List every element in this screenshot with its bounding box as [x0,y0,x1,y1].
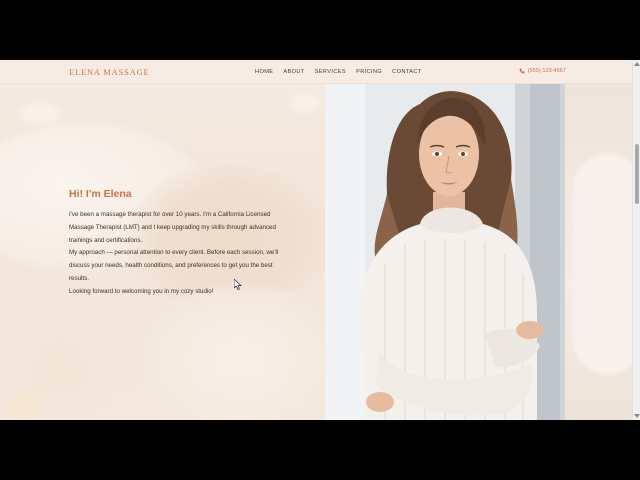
scrollbar-thumb[interactable] [635,144,639,204]
intro-line: Looking forward to welcoming you in my c… [69,287,214,295]
about-intro: Hi! I'm Elena I've been a massage therap… [69,188,309,299]
site-header: ELENA MASSAGE HOME ABOUT SERVICES PRICIN… [0,60,632,84]
site-logo[interactable]: ELENA MASSAGE [69,67,150,77]
mouse-cursor-icon [234,279,242,290]
page-scrollbar[interactable] [632,60,640,420]
intro-line: results. [69,274,89,282]
nav-pricing[interactable]: PRICING [356,69,382,75]
main-nav: HOME ABOUT SERVICES PRICING CONTACT [255,69,422,75]
intro-line: discuss your needs, health conditions, a… [69,262,273,270]
browser-viewport: ELENA MASSAGE HOME ABOUT SERVICES PRICIN… [0,60,640,420]
phone-number: (555) 123-4567 [527,68,566,74]
intro-line: I've been a massage therapist for over 1… [69,211,271,218]
intro-heading: Hi! I'm Elena [69,188,132,200]
next-slide-preview [565,84,632,420]
intro-line: My approach — personal attention to ever… [69,249,279,257]
nav-services[interactable]: SERVICES [315,69,346,75]
nav-about[interactable]: ABOUT [283,69,304,75]
portrait-illustration [325,84,565,420]
intro-line: trainings and certifications. [69,236,143,244]
therapist-portrait [325,84,565,420]
nav-home[interactable]: HOME [255,69,273,75]
phone-link[interactable]: (555) 123-4567 [519,68,566,74]
phone-icon [519,68,525,74]
scroll-up-icon[interactable] [634,62,640,66]
intro-text: I've been a massage therapist for over 1… [69,209,309,299]
nav-contact[interactable]: CONTACT [392,69,421,75]
intro-line: Massage Therapist (LMT) and I keep upgra… [69,223,276,231]
scroll-down-icon[interactable] [634,414,640,418]
